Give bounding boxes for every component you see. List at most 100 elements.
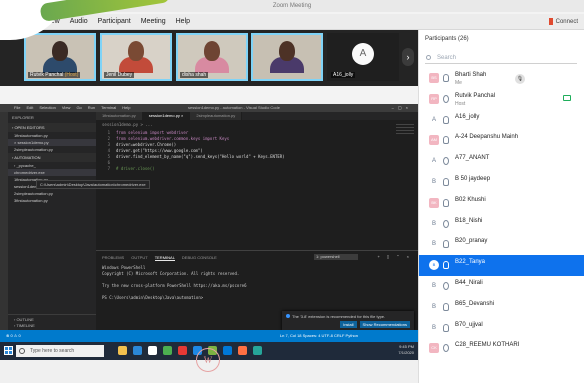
taskbar-search[interactable]: Type here to search bbox=[16, 345, 104, 357]
participant-row[interactable]: B B44_Nirali bbox=[419, 276, 584, 297]
connect-button[interactable]: Connect bbox=[548, 18, 578, 26]
file-item[interactable]: 2simpleautomation.py bbox=[8, 190, 96, 197]
taskbar-app-icon[interactable] bbox=[148, 346, 157, 355]
participant-row[interactable]: AM A-24 Deepanshu Mainh bbox=[419, 130, 584, 151]
vscode-menu-edit[interactable]: Edit bbox=[26, 104, 33, 112]
participant-row[interactable]: A A77_ANANT bbox=[419, 151, 584, 172]
vscode-menu-run[interactable]: Run bbox=[88, 104, 95, 112]
participant-name: A16_jolly bbox=[455, 113, 480, 120]
automation-folder[interactable]: › AUTOMATION bbox=[8, 153, 96, 162]
participant-role: Me bbox=[455, 80, 462, 86]
menu-item-help[interactable]: Help bbox=[176, 18, 190, 25]
vscode-menu-file[interactable]: File bbox=[14, 104, 20, 112]
code-lines: 1 from selenium import webdriver 2 from sel… bbox=[100, 130, 285, 172]
install-button[interactable]: Install bbox=[340, 321, 357, 328]
vscode-menu-terminal[interactable]: Terminal bbox=[101, 104, 116, 112]
menu-item-participant[interactable]: Participant bbox=[98, 18, 131, 25]
participant-row[interactable]: B B 50 jaydeep bbox=[419, 172, 584, 193]
system-tray[interactable]: 9:45 PM 7/1/2020 bbox=[398, 344, 414, 356]
terminal-tab[interactable]: PROBLEMS bbox=[102, 255, 124, 261]
open-editor-item[interactable]: 2simpleautomation.py bbox=[8, 146, 96, 153]
file-item[interactable]: 3firstautomation.py bbox=[8, 197, 96, 204]
notification-text: The '3.8' extension is recommended for t… bbox=[292, 314, 386, 319]
editor-tab[interactable]: 1firstautomation.py bbox=[96, 112, 143, 120]
outline-section[interactable]: › OUTLINE › TIMELINE bbox=[8, 314, 96, 330]
video-tile[interactable]: A A16_jolly bbox=[327, 33, 399, 81]
status-info[interactable]: Ln 7, Col 18 Spaces: 4 UTF-8 CRLF Python bbox=[280, 330, 358, 342]
mic-icon[interactable]: 🎙 bbox=[515, 74, 525, 84]
terminal-tab[interactable]: OUTPUT bbox=[131, 255, 147, 261]
participant-device-icon bbox=[443, 157, 449, 166]
participant-row[interactable]: BK B02 Khushi bbox=[419, 193, 584, 214]
terminal-tab[interactable]: TERMINAL bbox=[154, 255, 175, 261]
video-tile[interactable] bbox=[251, 33, 323, 81]
terminal-tabs: PROBLEMS OUTPUT TERMINAL DEBUG CONSOLE bbox=[102, 255, 217, 261]
file-item[interactable]: › _pycache_ bbox=[8, 162, 96, 169]
taskbar-app-icon[interactable] bbox=[118, 346, 127, 355]
participant-row[interactable]: B B18_Nishi bbox=[419, 214, 584, 235]
participant-role: Host bbox=[455, 100, 466, 107]
watermark-logo: W bbox=[196, 348, 220, 372]
code-text: driver.find_element_by_name("q").send_ke… bbox=[116, 154, 285, 159]
participant-device-icon bbox=[443, 261, 449, 270]
video-icon[interactable] bbox=[563, 94, 571, 101]
participant-row[interactable]: B B20_pranay bbox=[419, 234, 584, 255]
shell-select[interactable]: 1: powershell bbox=[314, 254, 358, 260]
breadcrumb: session1demo.py > ... bbox=[102, 122, 153, 127]
taskbar-app-icon[interactable] bbox=[253, 346, 262, 355]
terminal-tab[interactable]: DEBUG CONSOLE bbox=[182, 255, 217, 261]
vscode-menu-view[interactable]: View bbox=[62, 104, 71, 112]
problems-count[interactable]: ⊗ 0 ⚠ 0 bbox=[6, 330, 21, 342]
vscode-menu-go[interactable]: Go bbox=[76, 104, 81, 112]
file-item[interactable]: chromedriver.exe bbox=[8, 169, 96, 176]
video-tile[interactable]: Rutvik Panchal (Host) bbox=[24, 33, 96, 81]
tile-name: disha shah bbox=[180, 72, 209, 78]
editor-tab[interactable]: session1demo.py × bbox=[142, 112, 191, 120]
participant-name: B18_Nishi bbox=[455, 217, 483, 224]
open-editors-section[interactable]: › OPEN EDITORS bbox=[8, 123, 96, 132]
tile-name-text: Jenil Dubey bbox=[106, 72, 133, 78]
code-text: from selenium.webdriver.common.keys impo… bbox=[116, 136, 230, 141]
participant-avatar: B bbox=[429, 322, 439, 333]
participant-search-input[interactable]: Search bbox=[425, 52, 577, 64]
participant-row[interactable]: RP Rutvik Panchal Host bbox=[419, 89, 584, 110]
video-tile[interactable]: disha shah bbox=[176, 33, 248, 81]
participant-name: B22_Tanya bbox=[455, 259, 486, 266]
taskbar-app-icon[interactable] bbox=[238, 346, 247, 355]
open-editor-item[interactable]: 1firstautomation.py bbox=[8, 132, 96, 139]
taskbar-app-icon[interactable] bbox=[223, 346, 232, 355]
window-controls[interactable]: –▢× bbox=[392, 104, 412, 112]
editor-tab[interactable]: 2simpleautomation.py bbox=[190, 112, 243, 120]
taskbar-app-icon[interactable] bbox=[163, 346, 172, 355]
video-tile[interactable]: Jenil Dubey bbox=[100, 33, 172, 81]
menu-item-meeting[interactable]: Meeting bbox=[141, 18, 166, 25]
menu-item-audio[interactable]: Audio bbox=[70, 18, 88, 25]
taskbar-app-icon[interactable] bbox=[178, 346, 187, 355]
windows-start-icon[interactable] bbox=[4, 346, 13, 355]
vscode-menu-selection[interactable]: Selection bbox=[39, 104, 55, 112]
minimap[interactable] bbox=[396, 124, 414, 136]
terminal-actions-icon[interactable]: + ▯ ⌃ × bbox=[377, 254, 412, 259]
participants-panel: Participants (26) Search BS Bharti Shah Me… bbox=[418, 30, 584, 383]
participant-row[interactable]: B B70_ujjval bbox=[419, 318, 584, 339]
activity-bar[interactable] bbox=[0, 112, 8, 330]
participant-name: B44_Nirali bbox=[455, 279, 483, 286]
terminal-panel[interactable]: PROBLEMS OUTPUT TERMINAL DEBUG CONSOLE 1: p… bbox=[96, 250, 418, 331]
participant-device-icon bbox=[443, 344, 449, 353]
show-recommendations-button[interactable]: Show Recommendations bbox=[359, 321, 410, 328]
participant-row[interactable]: B B65_Devanshi bbox=[419, 297, 584, 318]
open-editor-item[interactable]: × session1demo.py bbox=[8, 139, 96, 146]
taskbar-app-icon[interactable] bbox=[133, 346, 142, 355]
participant-device-icon bbox=[443, 323, 449, 332]
terminal-output: Windows PowerShell Copyright (C) Microsof… bbox=[102, 265, 247, 301]
next-page-arrow-icon[interactable]: › bbox=[402, 48, 414, 66]
vscode-menu-help[interactable]: Help bbox=[122, 104, 130, 112]
search-icon bbox=[426, 55, 431, 60]
participant-row[interactable]: A A16_jolly bbox=[419, 110, 584, 131]
connect-label: Connect bbox=[555, 19, 578, 26]
participant-row[interactable]: BS Bharti Shah Me 🎙 bbox=[419, 68, 584, 89]
participant-row[interactable]: B B22_Tanya bbox=[419, 255, 584, 276]
participant-device-icon bbox=[443, 94, 449, 103]
participant-row[interactable]: CK C28_REEMU KOTHARI bbox=[419, 338, 584, 359]
participants-header[interactable]: Participants (26) bbox=[425, 36, 469, 42]
